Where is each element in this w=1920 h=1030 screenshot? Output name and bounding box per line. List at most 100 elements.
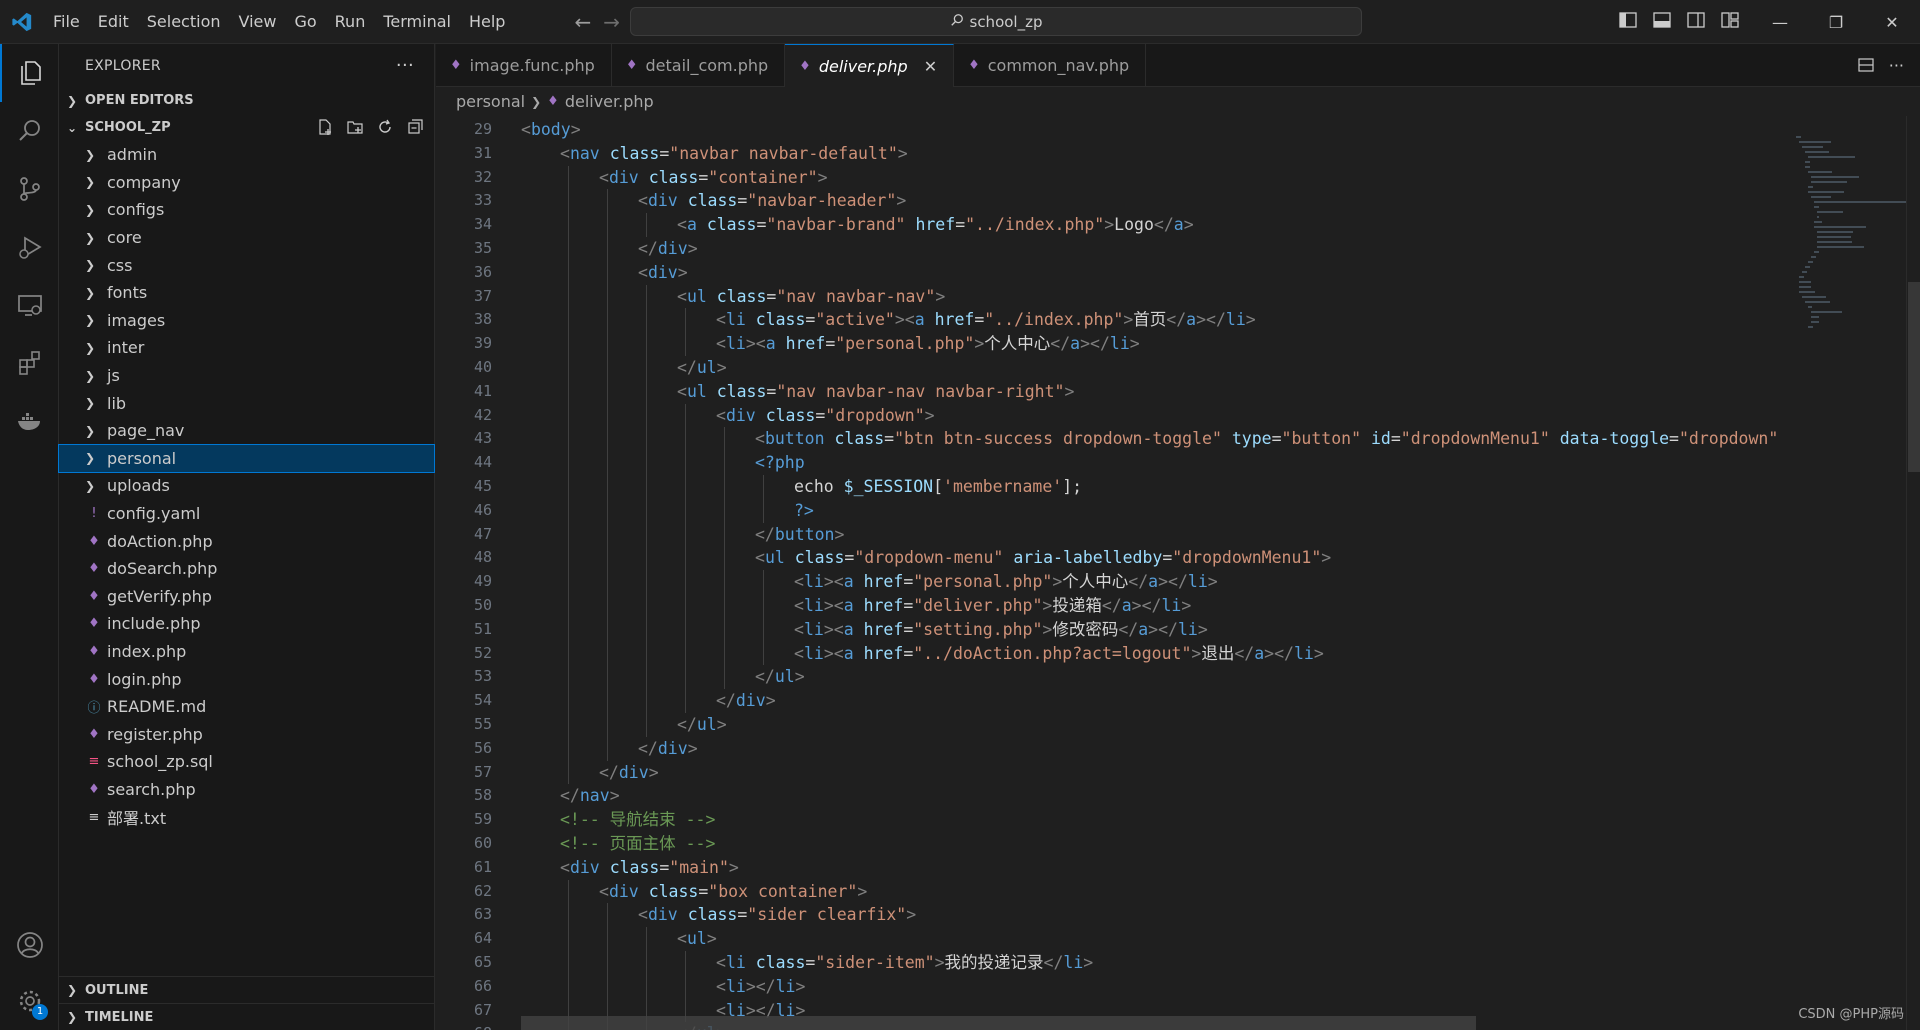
menu-terminal[interactable]: Terminal <box>374 0 460 44</box>
toggle-panel-icon[interactable] <box>1652 10 1672 30</box>
tree-folder[interactable]: ❯ company <box>59 169 434 197</box>
code-token: "personal.php" <box>913 572 1053 592</box>
refresh-icon[interactable] <box>376 118 394 136</box>
chevron-right-icon: ❯ <box>85 175 96 190</box>
tree-folder[interactable]: ❯ core <box>59 224 434 252</box>
tree-item-label: register.php <box>107 724 203 744</box>
code-token: "dropdownMenu1" <box>1400 429 1550 449</box>
restore-icon[interactable]: ❐ <box>1808 0 1864 44</box>
outline-section[interactable]: ❯ OUTLINE <box>59 976 434 1003</box>
tree-file[interactable]: ♦ include.php <box>59 610 434 638</box>
close-tab-icon[interactable]: ✕ <box>924 57 937 76</box>
more-actions-icon[interactable]: ··· <box>1889 56 1904 78</box>
tree-file[interactable]: ♦ index.php <box>59 638 434 666</box>
accounts-icon[interactable] <box>0 916 59 974</box>
run-debug-icon[interactable] <box>0 218 59 276</box>
tree-file[interactable]: ! config.yaml <box>59 500 434 528</box>
source-control-icon[interactable] <box>0 160 59 218</box>
customize-layout-icon[interactable] <box>1720 10 1740 30</box>
tree-file[interactable]: ♦ getVerify.php <box>59 583 434 611</box>
code-token: id <box>1370 429 1391 449</box>
menu-help[interactable]: Help <box>460 0 514 44</box>
command-center-search[interactable]: school_zp <box>630 7 1362 36</box>
explorer-icon[interactable] <box>0 44 59 102</box>
line-number: 43 <box>473 429 492 448</box>
more-actions-icon[interactable]: ··· <box>396 55 414 76</box>
tree-folder[interactable]: ❯ fonts <box>59 279 434 307</box>
tree-folder[interactable]: ❯ page_nav <box>59 417 434 445</box>
vertical-scrollbar[interactable] <box>1906 116 1920 1030</box>
vertical-scrollbar-thumb[interactable] <box>1908 282 1920 472</box>
minimap-line <box>1802 271 1808 273</box>
workspace-root[interactable]: ⌄ SCHOOL_ZP <box>59 114 434 141</box>
close-window-icon[interactable]: ✕ <box>1864 0 1920 44</box>
tree-folder[interactable]: ❯ personal <box>58 443 435 474</box>
tree-file[interactable]: ♦ login.php <box>59 665 434 693</box>
indent-guide <box>607 903 608 928</box>
indent-guide <box>607 951 608 975</box>
tree-folder[interactable]: ❯ css <box>59 251 434 279</box>
code-token: = <box>1390 429 1401 449</box>
code-token: > <box>795 976 806 996</box>
code-token: li <box>803 619 824 639</box>
horizontal-scrollbar-thumb[interactable] <box>521 1016 1476 1030</box>
code-editor[interactable]: 29 <body> 31 <nav class="navbar navbar-defa… <box>436 116 1780 1030</box>
split-editor-icon[interactable] <box>1857 56 1875 78</box>
tree-file[interactable]: ⓘ README.md <box>59 693 434 721</box>
tree-folder[interactable]: ❯ js <box>59 362 434 390</box>
tab-common-nav[interactable]: ♦ common_nav.php <box>954 44 1147 87</box>
tree-folder[interactable]: ❯ images <box>59 307 434 335</box>
forward-arrow-icon[interactable]: → <box>603 10 620 34</box>
tree-folder[interactable]: ❯ lib <box>59 389 434 417</box>
extensions-icon[interactable] <box>0 334 59 392</box>
remote-explorer-icon[interactable] <box>0 276 59 334</box>
toggle-secondary-sidebar-icon[interactable] <box>1686 10 1706 30</box>
code-token: class <box>716 381 767 401</box>
code-token: </ <box>638 239 658 258</box>
tab-detail-com[interactable]: ♦ detail_com.php <box>612 44 786 87</box>
code-token: < <box>560 143 570 163</box>
tree-file[interactable]: ≡ school_zp.sql <box>59 748 434 776</box>
tree-folder[interactable]: ❯ configs <box>59 196 434 224</box>
back-arrow-icon[interactable]: ← <box>574 10 591 34</box>
tab-image-func[interactable]: ♦ image.func.php <box>436 44 612 87</box>
tree-file[interactable]: ♦ register.php <box>59 720 434 748</box>
indent-guide <box>607 927 608 951</box>
minimap-line <box>1814 201 1912 203</box>
indent-guide <box>763 617 764 642</box>
menu-file[interactable]: File <box>44 0 89 44</box>
open-editors-section[interactable]: ❯ OPEN EDITORS <box>59 87 434 114</box>
settings-gear-icon[interactable]: 1 <box>0 972 59 1030</box>
tree-file[interactable]: ≡ 部署.txt <box>59 803 434 831</box>
new-file-icon[interactable] <box>316 118 334 136</box>
tree-file[interactable]: ♦ doSearch.php <box>59 555 434 583</box>
tree-folder[interactable]: ❯ inter <box>59 334 434 362</box>
collapse-all-icon[interactable] <box>406 118 424 136</box>
minimize-icon[interactable]: — <box>1752 0 1808 44</box>
tab-deliver[interactable]: ♦ deliver.php ✕ <box>785 44 955 87</box>
menu-go[interactable]: Go <box>285 0 325 44</box>
code-token: 首页 <box>1133 310 1167 330</box>
breadcrumb-folder[interactable]: personal <box>456 92 525 111</box>
docker-icon[interactable] <box>0 392 59 450</box>
toggle-primary-sidebar-icon[interactable] <box>1618 10 1638 30</box>
code-text: <li><a href="personal.php">个人中心</a></li> <box>794 570 1218 594</box>
new-folder-icon[interactable] <box>346 118 364 136</box>
tree-file[interactable]: ♦ search.php <box>59 776 434 804</box>
menu-run[interactable]: Run <box>326 0 375 44</box>
tree-folder[interactable]: ❯ uploads <box>59 472 434 500</box>
menu-edit[interactable]: Edit <box>89 0 138 44</box>
breadcrumb-file[interactable]: deliver.php <box>565 92 654 111</box>
minimap[interactable] <box>1792 116 1912 1030</box>
tree-folder[interactable]: ❯ admin <box>59 141 434 169</box>
timeline-section[interactable]: ❯ TIMELINE <box>59 1003 434 1030</box>
indent-guide <box>685 570 686 594</box>
tree-file[interactable]: ♦ doAction.php <box>59 527 434 555</box>
php-file-icon: ♦ <box>88 588 100 604</box>
minimap-line <box>1814 206 1819 208</box>
code-token: = <box>766 381 777 401</box>
menu-view[interactable]: View <box>230 0 286 44</box>
menu-selection[interactable]: Selection <box>138 0 230 44</box>
indent-guide <box>568 665 569 690</box>
search-view-icon[interactable] <box>0 102 59 160</box>
